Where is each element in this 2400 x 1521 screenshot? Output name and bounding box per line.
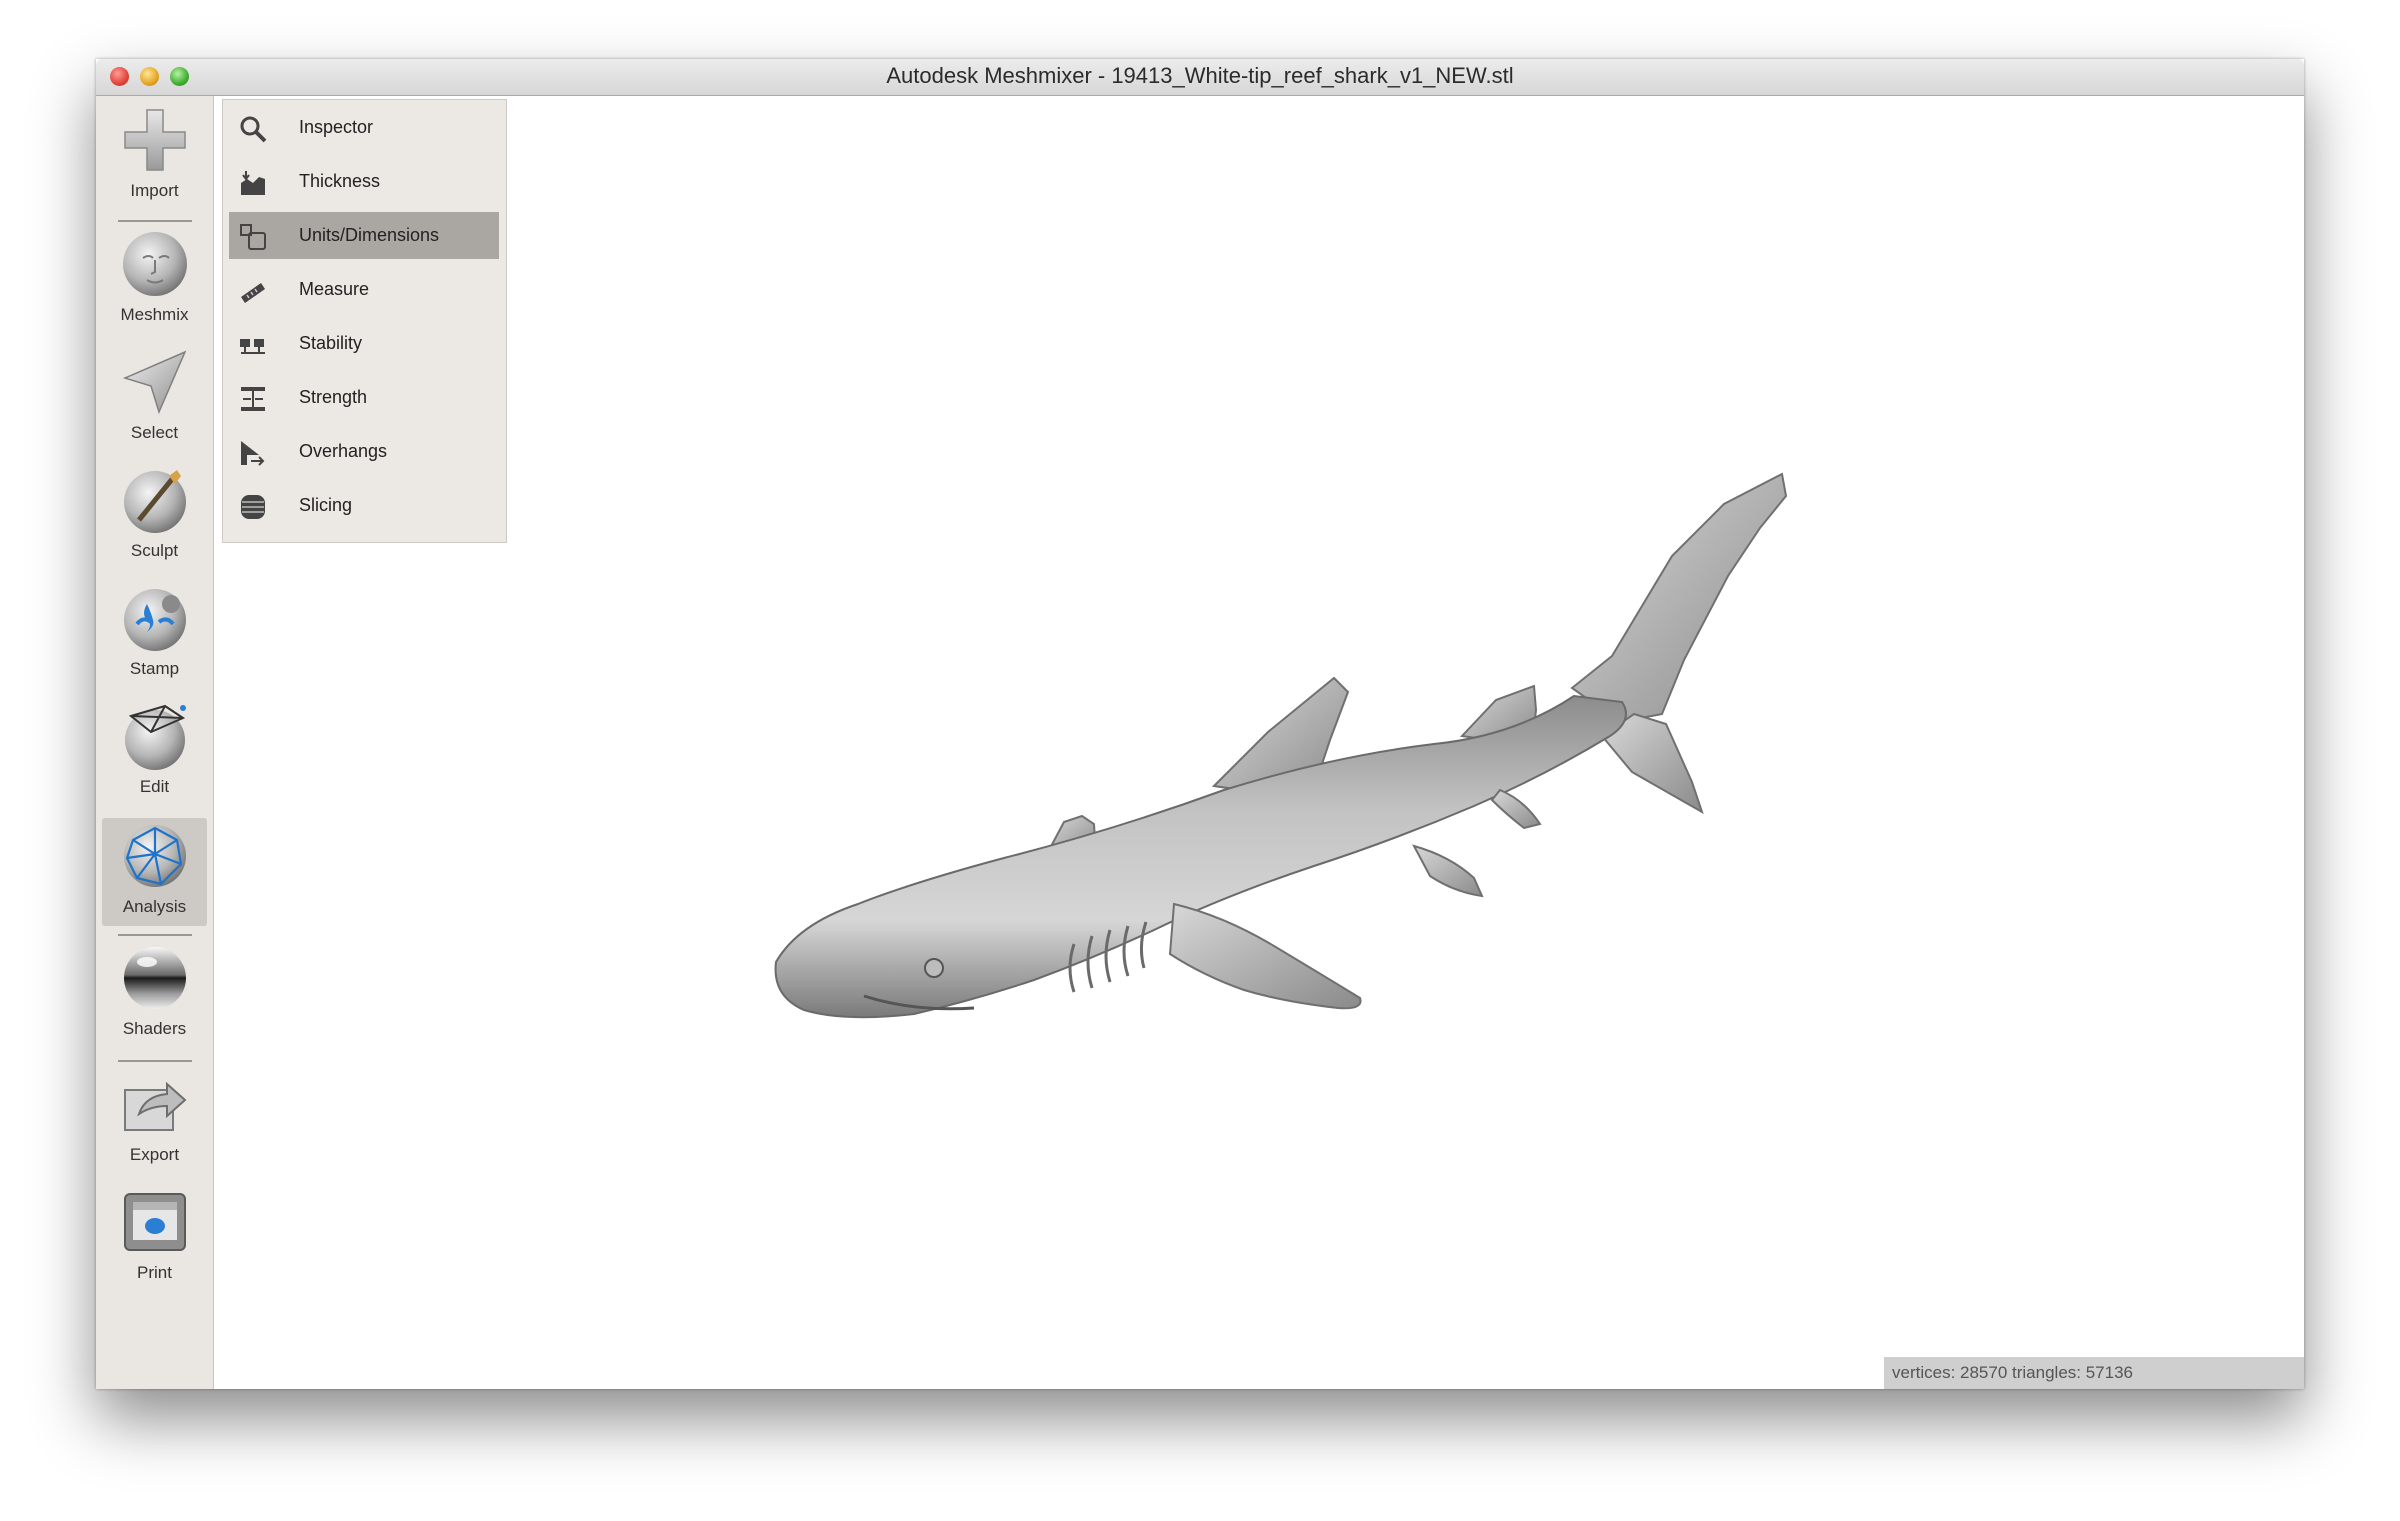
- toolbar-divider: [118, 220, 192, 222]
- print-label: Print: [137, 1263, 172, 1282]
- app-window: Autodesk Meshmixer - 19413_White-tip_ree…: [96, 59, 2304, 1389]
- mesh-stats: vertices: 28570 triangles: 57136: [1892, 1363, 2133, 1382]
- brush-sphere-icon: [123, 470, 186, 533]
- shaders-button[interactable]: Shaders: [102, 944, 207, 1039]
- meshmix-button[interactable]: Meshmix: [102, 230, 207, 325]
- 3d-viewport[interactable]: [214, 96, 2304, 1389]
- main-toolbar: Import Meshmix Select Sculpt Stamp Edit …: [96, 96, 214, 1389]
- mesh-sphere-icon: [123, 825, 186, 887]
- stamp-sphere-icon: [123, 589, 186, 651]
- sculpt-button[interactable]: Sculpt: [102, 466, 207, 561]
- select-button[interactable]: Select: [102, 348, 207, 443]
- window-title: Autodesk Meshmixer - 19413_White-tip_ree…: [886, 63, 1514, 88]
- shark-model[interactable]: [774, 472, 1788, 1019]
- print-button[interactable]: Print: [102, 1188, 207, 1283]
- status-bar: vertices: 28570 triangles: 57136: [1884, 1357, 2304, 1389]
- analysis-button[interactable]: Analysis: [102, 818, 207, 926]
- edit-sphere-icon: [124, 704, 186, 770]
- export-button[interactable]: Export: [102, 1070, 207, 1165]
- sculpt-label: Sculpt: [130, 541, 179, 560]
- import-button[interactable]: Import: [102, 106, 207, 201]
- export-label: Export: [129, 1145, 180, 1164]
- toolbar-divider: [118, 934, 192, 936]
- title-bar: Autodesk Meshmixer - 19413_White-tip_ree…: [96, 59, 2304, 96]
- export-icon: [123, 1081, 187, 1131]
- chrome-sphere-icon: [123, 947, 186, 1009]
- printer-icon: [123, 1193, 186, 1251]
- plus-icon: [123, 109, 186, 171]
- toolbar-divider: [118, 1060, 192, 1062]
- arrow-cursor-icon: [122, 350, 186, 415]
- edit-button[interactable]: Edit: [102, 702, 207, 797]
- select-label: Select: [130, 423, 179, 442]
- face-sphere-icon: [122, 232, 187, 296]
- import-label: Import: [130, 181, 179, 200]
- analysis-label: Analysis: [122, 897, 187, 916]
- edit-label: Edit: [139, 777, 170, 796]
- shaders-label: Shaders: [122, 1019, 187, 1038]
- stamp-label: Stamp: [129, 659, 180, 678]
- meshmix-label: Meshmix: [120, 305, 189, 324]
- stamp-button[interactable]: Stamp: [102, 584, 207, 679]
